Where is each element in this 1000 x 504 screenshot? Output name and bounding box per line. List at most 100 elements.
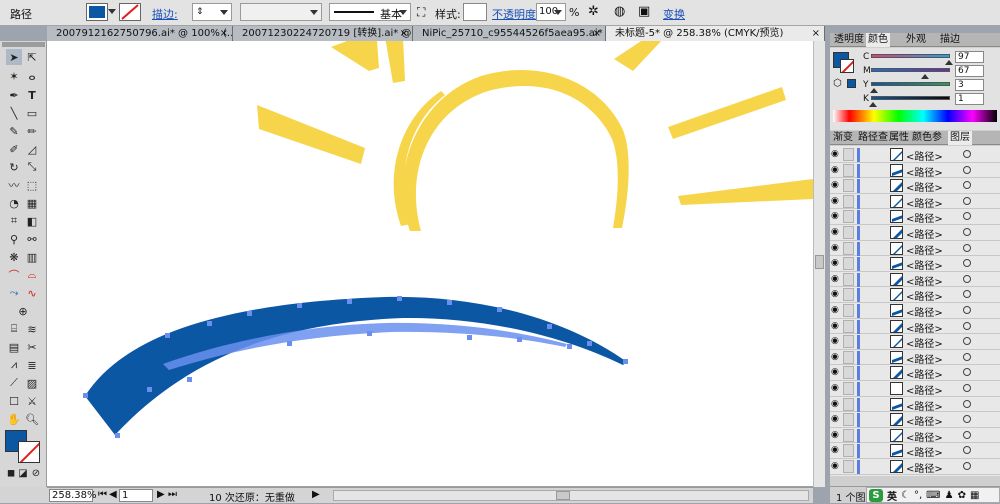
channel-y-slider[interactable] bbox=[870, 82, 950, 93]
graphic-style-swatch[interactable] bbox=[463, 3, 487, 21]
layer-row[interactable]: ◉ <路径> bbox=[830, 287, 1000, 303]
layer-name[interactable]: <路径> bbox=[906, 273, 943, 288]
eye-icon[interactable]: ◉ bbox=[831, 165, 842, 176]
skin-icon[interactable]: ✿ bbox=[958, 490, 966, 501]
envelope-tool-icon[interactable]: ⌸ bbox=[6, 321, 22, 337]
blob-brush-tool-icon[interactable]: ✐ bbox=[6, 141, 22, 157]
type-tool-icon[interactable]: T bbox=[24, 87, 40, 103]
prev-artboard-icon[interactable]: ◀ bbox=[109, 489, 117, 500]
rectangle-tool-icon[interactable]: ▭ bbox=[24, 105, 40, 121]
scissors-tool-icon[interactable]: ✂ bbox=[24, 339, 40, 355]
tab-transparency[interactable]: 透明度 bbox=[832, 33, 866, 47]
layer-row[interactable]: ◉ <路径> bbox=[830, 178, 1000, 194]
fill-dropdown-arrow[interactable] bbox=[108, 9, 116, 18]
punctuation-icon[interactable]: °, bbox=[914, 490, 922, 501]
lock-toggle[interactable] bbox=[843, 319, 854, 333]
layer-row[interactable]: ◉ <路径> bbox=[830, 225, 1000, 241]
layer-name[interactable]: <路径> bbox=[906, 304, 943, 319]
tab-color[interactable]: 颜色 bbox=[866, 33, 890, 47]
channel-y-value[interactable]: 3 bbox=[955, 79, 984, 91]
doc-tab-1[interactable]: 2007912162750796.ai* @ 100% (... × bbox=[47, 26, 233, 41]
ime-lang-toggle[interactable]: 英 bbox=[887, 488, 897, 503]
target-icon[interactable] bbox=[963, 228, 971, 236]
target-icon[interactable] bbox=[963, 212, 971, 221]
eye-icon[interactable]: ◉ bbox=[831, 336, 842, 347]
target-icon[interactable] bbox=[963, 259, 971, 268]
transform-icon[interactable]: ⛶ bbox=[417, 5, 425, 20]
pen-tool-icon[interactable]: ✒ bbox=[6, 87, 22, 103]
lock-toggle[interactable] bbox=[843, 288, 854, 302]
mesh-tool-icon[interactable]: ⌗ bbox=[6, 213, 22, 229]
eye-icon[interactable]: ◉ bbox=[831, 274, 842, 285]
tab-color-guide[interactable]: 颜色参 bbox=[910, 131, 944, 145]
target-icon[interactable] bbox=[963, 430, 971, 439]
eye-icon[interactable]: ◉ bbox=[831, 399, 842, 410]
direct-selection-tool-icon[interactable]: ⇱ bbox=[24, 49, 40, 65]
lock-toggle[interactable] bbox=[843, 148, 854, 161]
eye-icon[interactable]: ◉ bbox=[831, 383, 842, 394]
transform-link[interactable]: 变换 bbox=[663, 6, 685, 22]
close-icon[interactable]: × bbox=[400, 26, 408, 41]
channel-c-slider[interactable] bbox=[871, 54, 953, 65]
layer-name[interactable]: <路径> bbox=[906, 398, 943, 413]
anchor-add-tool-icon[interactable]: ⌒ bbox=[6, 267, 22, 283]
layer-row[interactable]: ◉ <路径> bbox=[830, 381, 1000, 397]
layer-row[interactable]: ◉ <路径> bbox=[830, 350, 1000, 366]
channel-k-value[interactable]: 1 bbox=[955, 93, 984, 105]
status-menu-icon[interactable]: ▶ bbox=[312, 489, 320, 500]
layer-name[interactable]: <路径> bbox=[906, 335, 943, 350]
eyedropper-tool-icon[interactable]: ⚲ bbox=[6, 231, 22, 247]
doc-tab-4[interactable]: 未标题-5* @ 258.38% (CMYK/预览) × bbox=[606, 26, 825, 41]
layer-row[interactable]: ◉ <路径> bbox=[830, 428, 1000, 444]
layer-row[interactable]: ◉ <路径> bbox=[830, 303, 1000, 319]
layer-row[interactable]: ◉ <路径> bbox=[830, 147, 1000, 163]
canvas-vertical-scrollbar[interactable] bbox=[813, 41, 825, 487]
none-mode-icon[interactable]: ⊘ bbox=[28, 465, 44, 481]
layer-name[interactable]: <路径> bbox=[906, 413, 943, 428]
layer-name[interactable]: <路径> bbox=[906, 320, 943, 335]
bars-tool-icon[interactable]: ≣ bbox=[24, 357, 40, 373]
gradient-tool-icon[interactable]: ◧ bbox=[24, 213, 40, 229]
lock-toggle[interactable] bbox=[843, 335, 854, 349]
target-icon[interactable] bbox=[963, 384, 971, 392]
eye-icon[interactable]: ◉ bbox=[831, 211, 842, 222]
target-icon[interactable] bbox=[963, 196, 971, 205]
lock-toggle[interactable] bbox=[843, 382, 854, 395]
layer-row[interactable]: ◉ <路径> bbox=[830, 163, 1000, 179]
layer-row[interactable]: ◉ <路径> bbox=[830, 272, 1000, 288]
layer-name[interactable]: <路径> bbox=[906, 242, 943, 257]
target-icon[interactable] bbox=[963, 243, 971, 252]
symbol-sprayer-tool-icon[interactable]: ❋ bbox=[6, 249, 22, 265]
perspective-grid-tool-icon[interactable]: ▦ bbox=[24, 195, 40, 211]
channel-m-value[interactable]: 67 bbox=[955, 65, 984, 77]
tab-stroke[interactable]: 描边 bbox=[938, 33, 962, 47]
blend-tool-icon[interactable]: ⚯ bbox=[24, 231, 40, 247]
lock-toggle[interactable] bbox=[843, 304, 854, 317]
layer-row[interactable]: ◉ <路径> bbox=[830, 443, 1000, 459]
tab-pathfinder[interactable]: 路径查 bbox=[856, 131, 890, 145]
layer-name[interactable]: <路径> bbox=[906, 429, 943, 444]
target-icon[interactable] bbox=[963, 462, 971, 470]
lasso-tool-icon[interactable]: ⴰ bbox=[24, 68, 40, 84]
layer-name[interactable]: <路径> bbox=[906, 351, 943, 366]
wave-tool-icon[interactable]: ≋ bbox=[24, 321, 40, 337]
artboard-canvas[interactable] bbox=[47, 41, 813, 486]
target-icon[interactable] bbox=[963, 274, 971, 283]
knife-tool-icon[interactable]: ⚔ bbox=[24, 393, 40, 409]
layer-row[interactable]: ◉ <路径> bbox=[830, 209, 1000, 225]
layer-name[interactable]: <路径> bbox=[906, 460, 943, 475]
lock-toggle[interactable] bbox=[843, 241, 854, 255]
channel-m-thumb[interactable] bbox=[920, 74, 929, 79]
column-graph-tool-icon[interactable]: ▥ bbox=[24, 249, 40, 265]
user-icon[interactable]: ♟ bbox=[945, 490, 954, 501]
stroke-link[interactable]: 描边: bbox=[152, 6, 178, 22]
eye-icon[interactable]: ◉ bbox=[831, 149, 842, 160]
target-icon[interactable] bbox=[963, 165, 971, 174]
fill-swatch[interactable] bbox=[86, 3, 108, 21]
channel-k-thumb[interactable] bbox=[868, 102, 877, 107]
ime-logo-icon[interactable]: S bbox=[869, 488, 883, 502]
lock-toggle[interactable] bbox=[843, 366, 854, 380]
paintbrush-tool-icon[interactable]: ✎ bbox=[6, 123, 22, 139]
eye-icon[interactable]: ◉ bbox=[831, 414, 842, 425]
close-icon[interactable]: × bbox=[593, 26, 601, 41]
